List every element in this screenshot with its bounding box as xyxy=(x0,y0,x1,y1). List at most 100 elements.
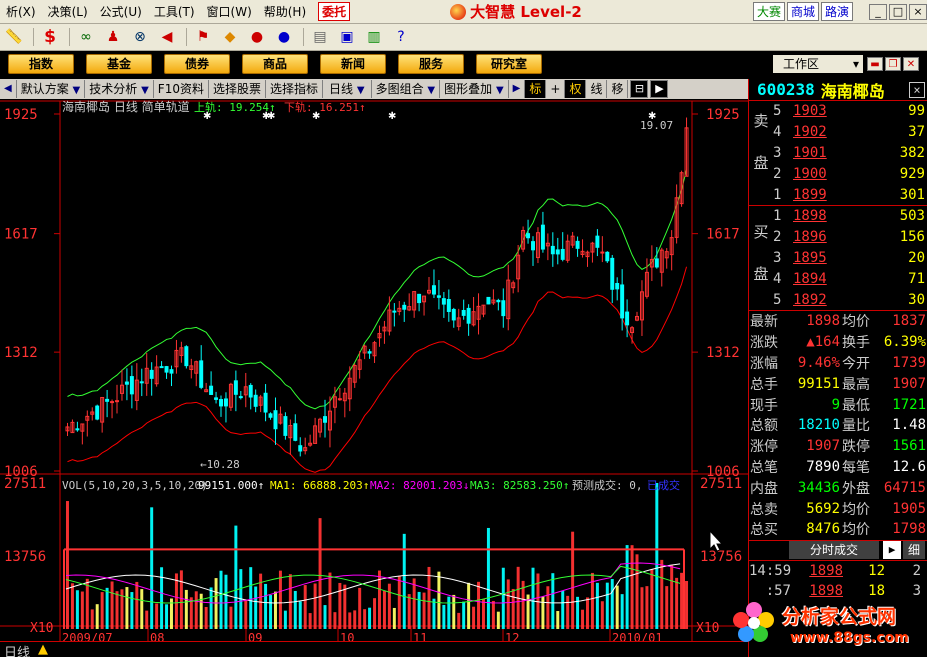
commodity-button[interactable]: 商品 xyxy=(242,54,308,74)
volume-bar xyxy=(640,587,644,629)
ruler-icon[interactable]: 📏 xyxy=(2,26,26,48)
buy-row[interactable]: 3 1895 20 xyxy=(749,248,927,269)
buy-row[interactable]: 4 1894 71 xyxy=(749,268,927,289)
tech-analysis-dropdown[interactable]: 技术分析 ▼ xyxy=(85,80,154,98)
workarea-restore-button[interactable]: ❐ xyxy=(885,57,901,71)
workarea-close-button[interactable]: ✕ xyxy=(903,57,919,71)
buy-row[interactable]: 2 1896 156 xyxy=(749,227,927,248)
candle-body xyxy=(451,308,456,321)
bond-button[interactable]: 债券 xyxy=(164,54,230,74)
sell-row[interactable]: 2 1900 929 xyxy=(749,163,927,184)
scroll-right-icon[interactable]: ▶ xyxy=(509,80,526,98)
stat-label: 涨停 xyxy=(750,439,778,456)
buy-label-2: 盘 xyxy=(753,265,769,283)
select-stock-button[interactable]: 选择股票 xyxy=(209,80,266,98)
volume-bar xyxy=(358,587,362,629)
rights-button[interactable]: 权 xyxy=(565,80,587,98)
upper-band-line xyxy=(67,169,688,410)
tab-detail[interactable]: 细 xyxy=(903,541,925,560)
scroll-left-icon[interactable]: ◀ xyxy=(0,80,17,98)
f10-button[interactable]: F10资料 xyxy=(154,80,209,98)
stat-label: 每笔 xyxy=(842,459,870,476)
help-icon[interactable]: ? xyxy=(389,26,413,48)
volume-bar xyxy=(407,594,411,629)
service-button[interactable]: 服务 xyxy=(398,54,464,74)
tab-arrow-icon[interactable]: ▶ xyxy=(883,541,901,560)
maximize-button[interactable]: □ xyxy=(889,3,907,20)
stat-value: 12.6 xyxy=(892,458,926,475)
diamond-icon[interactable]: ◆ xyxy=(218,26,242,48)
menu-item-decision[interactable]: 决策(L) xyxy=(42,3,94,20)
glasses-icon[interactable]: ∞ xyxy=(74,26,98,48)
stat-value: 6.39% xyxy=(883,334,926,351)
sell-price: 1901 xyxy=(793,144,827,161)
stat-value: 1905 xyxy=(892,500,926,517)
menu-item-analysis[interactable]: 析(X) xyxy=(0,3,42,20)
menu-item-formula[interactable]: 公式(U) xyxy=(94,3,148,20)
alarm-icon[interactable]: ⚑ xyxy=(191,26,215,48)
minimize-button[interactable]: _ xyxy=(869,3,887,20)
buy-row[interactable]: 1 1898 503 xyxy=(749,206,927,227)
mark-button[interactable]: 标 xyxy=(525,80,547,98)
index-button[interactable]: 指数 xyxy=(8,54,74,74)
scheme-dropdown[interactable]: 默认方案 ▼ xyxy=(17,80,86,98)
draw-line-button[interactable]: 线 xyxy=(586,80,608,98)
menu-item-window[interactable]: 窗口(W) xyxy=(201,3,258,20)
move-button[interactable]: 移 xyxy=(607,80,629,98)
fund-button[interactable]: 基金 xyxy=(86,54,152,74)
volume-bar xyxy=(338,582,342,629)
buy-row[interactable]: 5 1892 30 xyxy=(749,289,927,310)
volume-bar xyxy=(586,597,589,629)
volume-bar xyxy=(224,574,228,629)
candle-body xyxy=(139,381,144,384)
entrust-button[interactable]: 委托 xyxy=(318,2,351,21)
sell-row[interactable]: 1 1899 301 xyxy=(749,184,927,205)
roadshow-button[interactable]: 路演 xyxy=(820,2,853,21)
books-icon[interactable]: ▥ xyxy=(362,26,386,48)
panel-right-icon[interactable]: ▶ xyxy=(650,80,669,98)
volume-bar xyxy=(452,594,456,629)
period-dropdown[interactable]: 日线 ▼ xyxy=(323,80,372,98)
workarea-dropdown[interactable]: 工作区 xyxy=(773,55,863,73)
stat-value: 9.46% xyxy=(797,354,840,371)
volume-bar xyxy=(160,567,164,629)
overlay-dropdown[interactable]: 图形叠加 ▼ xyxy=(440,80,509,98)
coin-icon[interactable]: ● xyxy=(245,26,269,48)
tab-ticks[interactable]: 分时成交 xyxy=(789,541,879,560)
sell-row[interactable]: 4 1902 37 xyxy=(749,122,927,143)
workarea-minimize-button[interactable]: ▬ xyxy=(867,57,883,71)
sell-row[interactable]: 3 1901 382 xyxy=(749,143,927,164)
binoculars-icon[interactable]: ⊗ xyxy=(128,26,152,48)
select-indicator-button[interactable]: 选择指标 xyxy=(266,80,324,98)
news-button[interactable]: 新闻 xyxy=(320,54,386,74)
signal-marker: ✱ xyxy=(203,111,211,122)
volume-bar xyxy=(179,570,183,629)
period-status[interactable]: 日线 xyxy=(4,642,30,657)
kline-chart-area[interactable]: 1925 1925 1617 1617 1312 1312 1006 1006 27511 275… xyxy=(0,99,748,645)
volume-bar xyxy=(486,527,490,629)
app-logo-icon xyxy=(450,3,467,20)
mall-button[interactable]: 商城 xyxy=(786,2,819,21)
period-up-icon[interactable]: ▲ xyxy=(38,642,48,657)
volume-bar xyxy=(66,501,69,629)
horn-icon[interactable]: ◀ xyxy=(155,26,179,48)
coin-blue-icon[interactable]: ● xyxy=(272,26,296,48)
dollar-icon[interactable]: $ xyxy=(38,26,62,48)
people-icon[interactable]: ♟ xyxy=(101,26,125,48)
kline-chart[interactable]: 1925 19251617 16171312 13121006 100627511 275… xyxy=(0,99,748,645)
research-button[interactable]: 研究室 xyxy=(476,54,542,74)
candle-body xyxy=(575,240,580,249)
window-toggle-icon[interactable]: ⊟ xyxy=(630,80,649,98)
print-icon[interactable]: ▤ xyxy=(308,26,332,48)
window-icon[interactable]: ▣ xyxy=(335,26,359,48)
contest-button[interactable]: 大赛 xyxy=(752,2,785,21)
volume-ma2-line xyxy=(65,562,681,604)
close-button[interactable]: × xyxy=(909,3,927,20)
quote-close-icon[interactable]: × xyxy=(909,81,925,98)
multi-chart-dropdown[interactable]: 多图组合 ▼ xyxy=(372,80,441,98)
menu-item-tools[interactable]: 工具(T) xyxy=(148,3,201,20)
crosshair-button[interactable]: + xyxy=(546,80,566,98)
menu-item-help[interactable]: 帮助(H) xyxy=(258,3,312,20)
volume-bar xyxy=(556,611,560,629)
sell-row[interactable]: 5 1903 99 xyxy=(749,101,927,122)
